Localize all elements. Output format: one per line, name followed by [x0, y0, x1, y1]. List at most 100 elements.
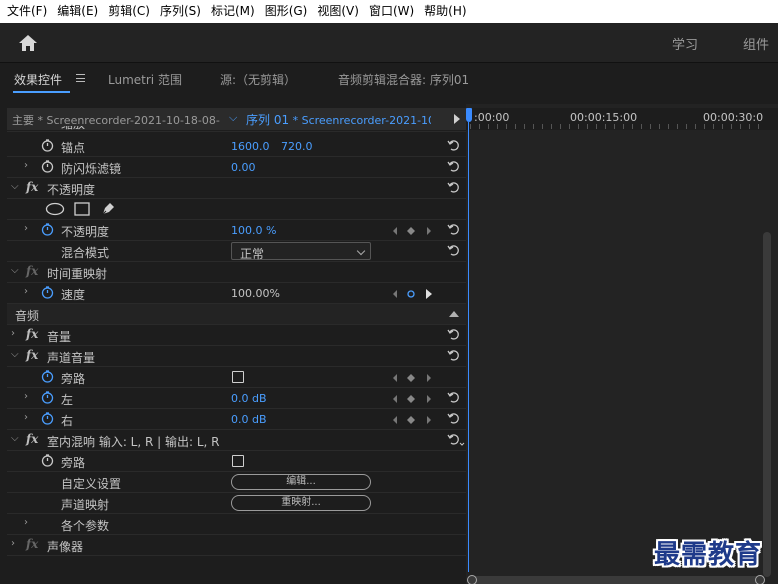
- ruler-tick: [731, 124, 732, 129]
- twirl-right-icon[interactable]: ›: [11, 538, 15, 549]
- keyframe-nav-icon[interactable]: [392, 414, 432, 426]
- ruler-tick: [695, 124, 696, 129]
- effect-timeline[interactable]: :00:00 00:00:15:00 00:00:30:0 最需教育: [466, 104, 778, 584]
- time-ruler[interactable]: :00:00 00:00:15:00 00:00:30:0: [466, 108, 778, 130]
- menu-graphics[interactable]: 图形(G): [260, 0, 313, 23]
- tab-source[interactable]: 源:（无剪辑）: [220, 71, 296, 88]
- horizontal-scrollbar[interactable]: [467, 575, 765, 584]
- opacity-value[interactable]: 100.0 %: [231, 224, 276, 237]
- stopwatch-icon[interactable]: [41, 139, 54, 152]
- sequence-name: 序列 01: [246, 113, 290, 127]
- twirl-right-icon[interactable]: ›: [24, 517, 28, 528]
- menu-edit[interactable]: 编辑(E): [52, 0, 103, 23]
- flicker-value[interactable]: 0.00: [231, 161, 256, 174]
- tab-audio-clip-mixer[interactable]: 音频剪辑混合器: 序列01: [338, 71, 469, 88]
- menu-file[interactable]: 文件(F): [2, 0, 52, 23]
- reset-icon[interactable]: [447, 159, 461, 173]
- scroll-zoom-handle-right[interactable]: [755, 575, 765, 584]
- ruler-tick: [650, 124, 651, 129]
- ruler-tick: [569, 124, 570, 129]
- twirl-right-icon[interactable]: ›: [11, 328, 15, 339]
- stopwatch-icon[interactable]: [41, 160, 54, 173]
- row-left: › 左 0.0 dB: [7, 388, 466, 409]
- row-label: 不透明度: [61, 225, 110, 239]
- menu-clip[interactable]: 剪辑(C): [103, 0, 155, 23]
- keyframe-nav-icon[interactable]: [392, 288, 432, 300]
- rectangle-mask-icon[interactable]: [74, 202, 90, 216]
- stopwatch-icon[interactable]: [41, 454, 54, 467]
- stopwatch-active-icon[interactable]: [41, 391, 54, 404]
- pen-mask-icon[interactable]: [100, 201, 116, 217]
- twirl-down-icon[interactable]: ⌵: [11, 181, 19, 192]
- reset-icon[interactable]: [447, 222, 461, 236]
- reset-dropdown-icon[interactable]: [447, 432, 465, 446]
- playhead-line[interactable]: [468, 122, 469, 572]
- anchor-x-value[interactable]: 1600.0: [231, 140, 270, 153]
- stopwatch-active-icon[interactable]: [41, 286, 54, 299]
- chevron-down-icon[interactable]: ⌵: [229, 111, 237, 125]
- play-icon[interactable]: [454, 114, 460, 124]
- left-value[interactable]: 0.0 dB: [231, 392, 267, 405]
- stopwatch-active-icon[interactable]: [41, 412, 54, 425]
- anchor-y-value[interactable]: 720.0: [281, 140, 313, 153]
- twirl-right-icon[interactable]: ›: [24, 160, 28, 171]
- twirl-right-icon[interactable]: ›: [24, 412, 28, 423]
- collapse-up-icon[interactable]: [449, 311, 459, 317]
- row-label: 左: [61, 393, 74, 407]
- workspace-learn[interactable]: 学习: [672, 34, 698, 53]
- panel-menu-icon[interactable]: [76, 74, 85, 82]
- twirl-down-icon[interactable]: ⌵: [11, 265, 19, 276]
- menu-window[interactable]: 窗口(W): [364, 0, 419, 23]
- row-channel-volume: ⌵ fx 声道音量: [7, 346, 466, 367]
- tab-effect-controls[interactable]: 效果控件: [14, 71, 62, 88]
- fx-icon[interactable]: fx: [26, 180, 38, 194]
- keyframe-nav-icon[interactable]: [392, 393, 432, 405]
- menu-help[interactable]: 帮助(H): [419, 0, 471, 23]
- scroll-zoom-handle-left[interactable]: [467, 575, 477, 584]
- remap-button[interactable]: 重映射...: [231, 495, 371, 511]
- fx-icon[interactable]: fx: [26, 348, 38, 362]
- reset-icon[interactable]: [447, 390, 461, 404]
- bypass-checkbox[interactable]: [232, 371, 244, 383]
- menu-markers[interactable]: 标记(M): [206, 0, 260, 23]
- row-label: 右: [61, 414, 74, 428]
- home-icon[interactable]: [17, 33, 39, 53]
- twirl-down-icon[interactable]: ⌵: [11, 349, 19, 360]
- row-channel-map: 声道映射 重映射...: [7, 493, 466, 514]
- fx-icon[interactable]: fx: [26, 432, 38, 446]
- row-anchor-point: 锚点 1600.0 720.0: [7, 136, 466, 157]
- keyframe-nav-icon[interactable]: [392, 225, 432, 237]
- reset-icon[interactable]: [447, 327, 461, 341]
- panel-tabs: 效果控件 Lumetri 范围 源:（无剪辑） 音频剪辑混合器: 序列01: [0, 64, 778, 104]
- edit-button[interactable]: 编辑...: [231, 474, 371, 490]
- twirl-down-icon[interactable]: ⌵: [11, 433, 19, 444]
- keyframe-nav-icon[interactable]: [392, 372, 432, 384]
- twirl-right-icon[interactable]: ›: [24, 286, 28, 297]
- ellipse-mask-icon[interactable]: [45, 202, 65, 216]
- timecode-mid: 00:00:15:00: [570, 111, 638, 124]
- workspace-assembly[interactable]: 组件: [743, 34, 769, 53]
- reset-icon[interactable]: [447, 243, 461, 257]
- menu-view[interactable]: 视图(V): [312, 0, 364, 23]
- reset-icon[interactable]: [447, 411, 461, 425]
- right-value[interactable]: 0.0 dB: [231, 413, 267, 426]
- menu-sequence[interactable]: 序列(S): [155, 0, 206, 23]
- playhead-handle[interactable]: [466, 108, 472, 122]
- speed-value[interactable]: 100.00%: [231, 287, 280, 300]
- reset-icon[interactable]: [447, 180, 461, 194]
- tab-lumetri-scopes[interactable]: Lumetri 范围: [108, 71, 182, 88]
- vertical-scrollbar[interactable]: [763, 232, 771, 577]
- row-custom-setup: 自定义设置 编辑...: [7, 472, 466, 493]
- stopwatch-active-icon[interactable]: [41, 223, 54, 236]
- twirl-right-icon[interactable]: ›: [24, 223, 28, 234]
- ruler-tick: [533, 124, 534, 129]
- ruler-tick: [686, 124, 687, 129]
- row-label: 各个参数: [61, 519, 110, 533]
- reset-icon[interactable]: [447, 348, 461, 362]
- stopwatch-active-icon[interactable]: [41, 370, 54, 383]
- fx-icon[interactable]: fx: [26, 327, 38, 341]
- twirl-right-icon[interactable]: ›: [24, 391, 28, 402]
- blend-mode-select[interactable]: 正常: [231, 242, 371, 261]
- bypass-checkbox[interactable]: [232, 455, 244, 467]
- reset-icon[interactable]: [447, 138, 461, 152]
